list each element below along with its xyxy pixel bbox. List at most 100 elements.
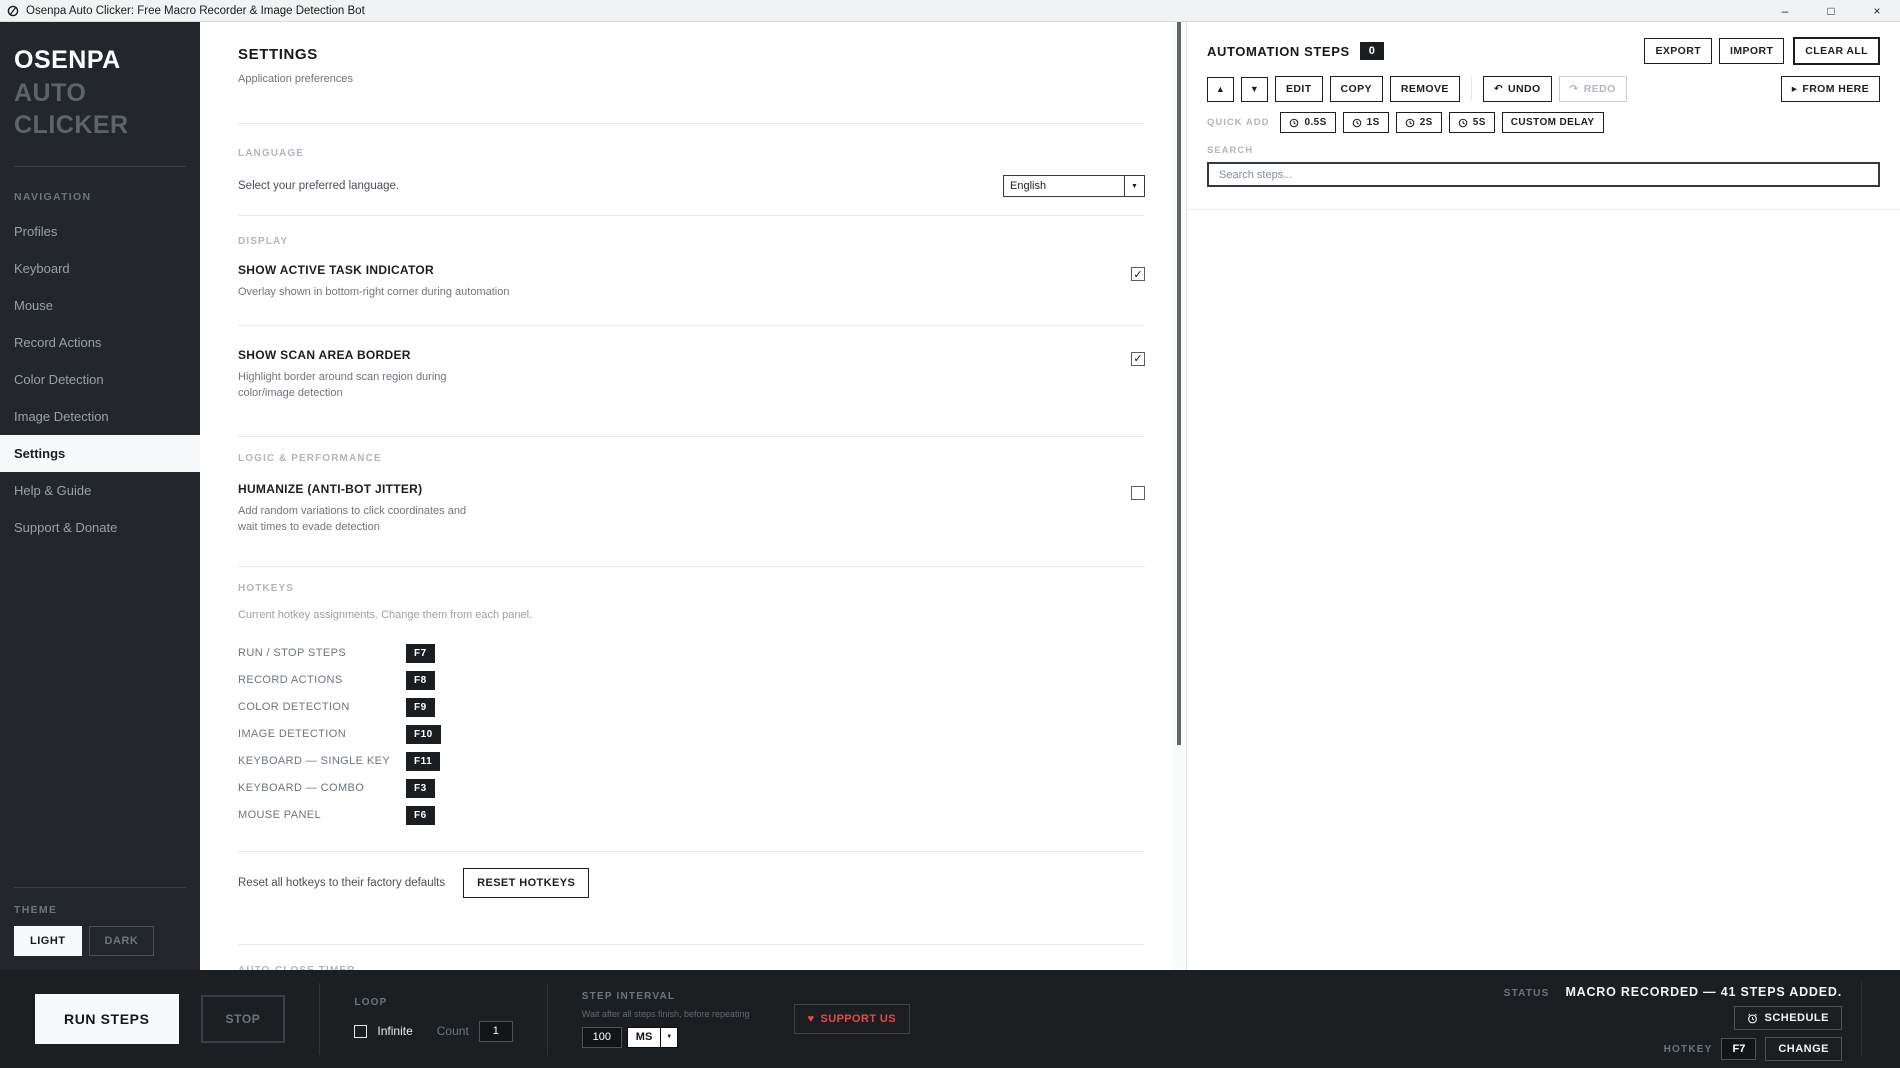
sidebar-item-image-detection[interactable]: Image Detection bbox=[0, 398, 200, 435]
setting-desc: Overlay shown in bottom-right corner dur… bbox=[238, 286, 510, 298]
hotkey-name: KEYBOARD — SINGLE KEY bbox=[238, 755, 391, 768]
play-icon: ▸ bbox=[1791, 83, 1798, 95]
move-step-down-button[interactable]: ▼ bbox=[1241, 76, 1268, 102]
minimize-button[interactable]: – bbox=[1762, 0, 1808, 21]
clock-icon bbox=[1405, 118, 1414, 127]
checkbox-humanize-jitter[interactable] bbox=[1131, 485, 1145, 500]
infinite-label: Infinite bbox=[377, 1024, 413, 1038]
run-steps-button[interactable]: RUN STEPS bbox=[35, 994, 179, 1044]
divider bbox=[238, 565, 1145, 567]
sidebar-item-help-guide[interactable]: Help & Guide bbox=[0, 472, 200, 509]
infinite-checkbox[interactable] bbox=[354, 1024, 368, 1038]
count-label: Count bbox=[436, 1024, 469, 1038]
step-interval-label: STEP INTERVAL bbox=[581, 990, 676, 1002]
bottom-bar: RUN STEPS STOP LOOP Infinite Count STEP … bbox=[0, 970, 1900, 1068]
window-controls: – □ × bbox=[1762, 0, 1900, 21]
interval-value-input[interactable] bbox=[581, 1026, 622, 1048]
divider bbox=[546, 983, 548, 1055]
setting-title: SHOW ACTIVE TASK INDICATOR bbox=[238, 263, 435, 277]
window-title: Osenpa Auto Clicker: Free Macro Recorder… bbox=[26, 4, 365, 17]
clear-all-button[interactable]: CLEAR ALL bbox=[1793, 37, 1880, 65]
sidebar-item-mouse[interactable]: Mouse bbox=[0, 287, 200, 324]
page-subtitle: Application preferences bbox=[238, 73, 353, 85]
hotkeys-desc: Current hotkey assignments. Change them … bbox=[238, 608, 533, 621]
hotkey-row: KEYBOARD — SINGLE KEY F11 bbox=[238, 748, 1145, 775]
hotkey-key-badge: F7 bbox=[1721, 1038, 1757, 1060]
divider bbox=[1470, 77, 1472, 101]
sidebar-item-settings[interactable]: Settings bbox=[0, 434, 200, 472]
theme-light-button[interactable]: LIGHT bbox=[14, 926, 82, 956]
sidebar-item-color-detection[interactable]: Color Detection bbox=[0, 361, 200, 398]
clock-icon bbox=[1458, 118, 1468, 127]
checkbox-show-scan-area-border[interactable]: ✓ bbox=[1131, 351, 1145, 366]
hotkey-key-badge: F7 bbox=[406, 643, 435, 663]
quick-add-label-text: 5S bbox=[1472, 117, 1486, 128]
custom-delay-button[interactable]: CUSTOM DELAY bbox=[1501, 112, 1604, 133]
copy-step-button[interactable]: COPY bbox=[1329, 76, 1383, 102]
setting-title: SHOW SCAN AREA BORDER bbox=[238, 347, 411, 362]
hotkey-key-badge: F10 bbox=[406, 724, 441, 744]
stop-button[interactable]: STOP bbox=[200, 995, 286, 1043]
setting-desc: Add random variations to click coordinat… bbox=[238, 504, 467, 533]
redo-button[interactable]: ↷ REDO bbox=[1558, 76, 1627, 102]
search-input[interactable] bbox=[1207, 162, 1880, 187]
divider bbox=[1187, 209, 1900, 210]
hotkey-row: RECORD ACTIONS F8 bbox=[238, 667, 1145, 694]
logic-section-label: LOGIC & PERFORMANCE bbox=[238, 452, 382, 464]
hotkey-label: HOTKEY bbox=[1663, 1043, 1713, 1055]
sidebar-item-record-actions[interactable]: Record Actions bbox=[0, 324, 200, 361]
run-from-here-button[interactable]: ▸ FROM HERE bbox=[1780, 76, 1880, 102]
divider bbox=[238, 123, 1145, 124]
hotkey-row: MOUSE PANEL F6 bbox=[238, 802, 1145, 829]
theme-label: THEME bbox=[14, 904, 58, 916]
schedule-button[interactable]: SCHEDULE bbox=[1734, 1006, 1842, 1030]
quick-add-label-text: 0.5S bbox=[1304, 117, 1327, 128]
loop-count-input[interactable] bbox=[478, 1020, 513, 1042]
divider bbox=[238, 435, 1145, 437]
hotkey-name: MOUSE PANEL bbox=[238, 809, 322, 822]
maximize-button[interactable]: □ bbox=[1808, 0, 1854, 21]
redo-label: REDO bbox=[1583, 83, 1616, 95]
language-section-label: LANGUAGE bbox=[238, 148, 305, 159]
language-select-value: English bbox=[1010, 180, 1047, 192]
interval-unit-select[interactable]: MS ▼ bbox=[626, 1026, 679, 1048]
scrollbar-thumb[interactable] bbox=[1177, 22, 1181, 745]
reset-hotkeys-text: Reset all hotkeys to their factory defau… bbox=[238, 876, 446, 889]
setting-title: HUMANIZE (ANTI-BOT JITTER) bbox=[238, 481, 423, 496]
undo-button[interactable]: ↶ UNDO bbox=[1482, 76, 1552, 102]
divider bbox=[1861, 982, 1862, 1056]
quick-add-0.5s-button[interactable]: 0.5S bbox=[1280, 112, 1336, 133]
divider bbox=[238, 215, 1145, 216]
app-logo-icon bbox=[7, 5, 19, 17]
hotkey-name: KEYBOARD — COMBO bbox=[238, 782, 365, 795]
export-button[interactable]: EXPORT bbox=[1644, 38, 1713, 64]
import-button[interactable]: IMPORT bbox=[1719, 38, 1785, 64]
sidebar: OSENPA AUTO CLICKER NAVIGATION Profiles … bbox=[0, 22, 200, 970]
brand-line-2: AUTO CLICKER bbox=[14, 78, 129, 140]
hotkey-name: IMAGE DETECTION bbox=[238, 728, 347, 741]
support-us-button[interactable]: ♥ SUPPORT US bbox=[793, 1004, 910, 1034]
sidebar-item-keyboard[interactable]: Keyboard bbox=[0, 250, 200, 287]
remove-step-button[interactable]: REMOVE bbox=[1389, 76, 1460, 102]
change-hotkey-button[interactable]: CHANGE bbox=[1765, 1037, 1842, 1061]
quick-add-5s-button[interactable]: 5S bbox=[1448, 112, 1495, 133]
divider bbox=[319, 983, 321, 1055]
scrollbar-track[interactable] bbox=[1172, 22, 1186, 970]
setting-desc: Highlight border around scan region duri… bbox=[238, 370, 447, 399]
chevron-down-icon: ▼ bbox=[661, 1026, 679, 1048]
theme-dark-button[interactable]: DARK bbox=[88, 926, 155, 956]
quick-add-2s-button[interactable]: 2S bbox=[1395, 112, 1442, 133]
edit-step-button[interactable]: EDIT bbox=[1275, 76, 1323, 102]
status-label: STATUS bbox=[1503, 988, 1550, 999]
checkbox-show-active-task-indicator[interactable]: ✓ bbox=[1131, 267, 1145, 281]
language-select[interactable]: English ▼ bbox=[1003, 175, 1145, 197]
quick-add-1s-button[interactable]: 1S bbox=[1342, 112, 1389, 133]
steps-panel-title: AUTOMATION STEPS bbox=[1207, 43, 1350, 59]
sidebar-item-support-donate[interactable]: Support & Donate bbox=[0, 509, 200, 546]
reset-hotkeys-button[interactable]: RESET HOTKEYS bbox=[463, 867, 590, 898]
close-button[interactable]: × bbox=[1854, 0, 1900, 21]
sidebar-item-profiles[interactable]: Profiles bbox=[0, 213, 200, 250]
hotkey-row: IMAGE DETECTION F10 bbox=[238, 721, 1145, 748]
move-step-up-button[interactable]: ▲ bbox=[1207, 76, 1234, 102]
hotkey-row: COLOR DETECTION F9 bbox=[238, 694, 1145, 721]
